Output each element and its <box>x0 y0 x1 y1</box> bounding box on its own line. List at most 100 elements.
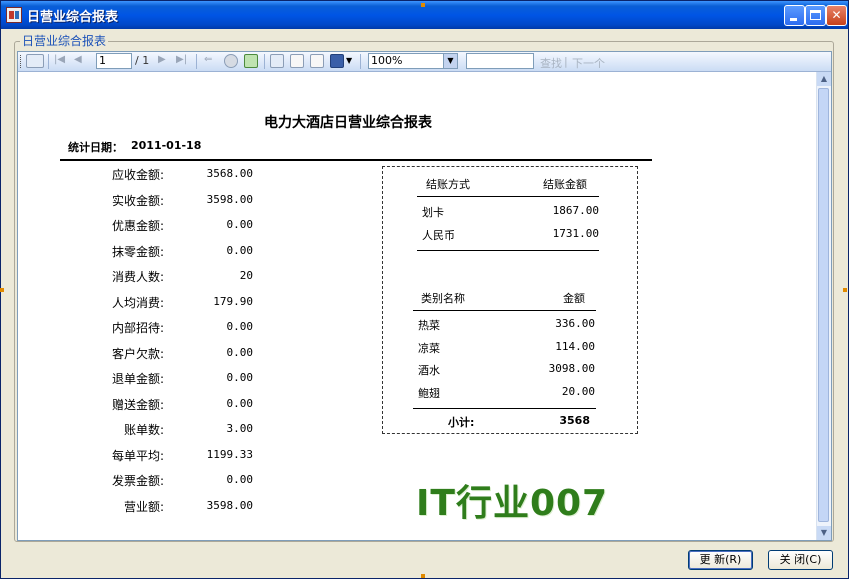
category-name-cell: 酒水 <box>418 364 440 377</box>
category-name-cell: 热菜 <box>418 319 440 332</box>
metric-label: 实收金额: <box>111 193 164 208</box>
category-name-cell: 凉菜 <box>418 341 440 355</box>
metric-value: 0.00 <box>226 218 254 231</box>
metric-value: 0.00 <box>226 371 254 384</box>
page-number-input[interactable]: 1 <box>96 53 132 69</box>
stop-icon[interactable] <box>224 54 238 68</box>
payment-amount-cell: 1731.00 <box>552 227 599 240</box>
category-name-cell: 鲍翅 <box>418 386 440 400</box>
metric-value: 0.00 <box>226 243 254 257</box>
print-layout-icon[interactable] <box>290 54 304 68</box>
resize-handle-left[interactable] <box>0 288 4 292</box>
toolbar-separator <box>196 54 197 69</box>
header-divider <box>60 159 652 161</box>
category-header-rule <box>413 310 596 311</box>
metric-label: 抹零金额: <box>111 244 164 259</box>
category-amount-cell: 114.00 <box>555 339 595 353</box>
date-value: 2011-01-18 <box>131 139 202 152</box>
resize-handle-right[interactable] <box>843 288 847 292</box>
metric-value: 3.00 <box>226 422 254 435</box>
category-amount-cell: 20.00 <box>561 384 595 398</box>
scroll-up-icon[interactable]: ▲ <box>817 72 831 86</box>
watermark-text: IT行业007 <box>416 483 609 524</box>
category-amount-cell: 336.00 <box>555 317 595 330</box>
page-total-label: / 1 <box>135 54 150 67</box>
report-page: 电力大酒店日营业综合报表 统计日期： 2011-01-18 应收金额: 3568.… <box>18 72 818 540</box>
group-box-label: 日营业综合报表 <box>20 32 109 49</box>
zoom-dropdown-icon[interactable]: ▼ <box>443 54 457 68</box>
category-amount-cell: 3098.00 <box>548 362 595 375</box>
report-title: 电力大酒店日营业综合报表 <box>264 115 432 131</box>
find-link[interactable]: 查找 <box>540 55 562 71</box>
category-name-header: 类别名称 <box>421 292 465 305</box>
zoom-select[interactable]: 100% ▼ <box>368 53 458 69</box>
maximize-button[interactable] <box>805 5 826 26</box>
metric-value: 3568.00 <box>206 167 253 180</box>
window-title: 日营业综合报表 <box>27 10 119 25</box>
report-viewer: |◀ ◀ 1 / 1 ▶ ▶| ⇐ ▼ 100% ▼ 查找 | 下一个 电力大酒… <box>17 51 832 541</box>
vertical-scrollbar[interactable]: ▲ ▼ <box>816 72 831 540</box>
viewer-toolbar: |◀ ◀ 1 / 1 ▶ ▶| ⇐ ▼ 100% ▼ 查找 | 下一个 <box>18 52 831 72</box>
back-icon[interactable]: ⇐ <box>204 54 212 65</box>
payment-header-rule <box>417 196 599 197</box>
toolbar-separator <box>264 54 265 69</box>
zoom-value: 100% <box>371 54 403 67</box>
last-page-icon[interactable]: ▶| <box>176 54 187 65</box>
metric-label: 营业额: <box>123 499 164 514</box>
print-icon[interactable] <box>270 54 284 68</box>
date-label: 统计日期： <box>68 141 123 154</box>
payment-method-cell: 划卡 <box>422 206 444 219</box>
metric-label: 消费人数: <box>111 270 164 284</box>
metric-label: 赠送金额: <box>111 397 164 412</box>
refresh-icon[interactable] <box>244 54 258 68</box>
subtotal-value: 3568 <box>559 414 590 427</box>
resize-handle-top[interactable] <box>421 3 425 7</box>
payment-amount-header: 结账金额 <box>543 178 587 191</box>
metric-value: 1199.33 <box>206 447 253 461</box>
document-map-icon[interactable] <box>26 54 44 68</box>
toolbar-divider-text: | <box>564 55 568 68</box>
toolbar-grip <box>20 55 23 68</box>
metric-value: 179.90 <box>213 294 253 308</box>
close-button[interactable]: 关 闭(C) <box>768 550 833 570</box>
metric-value: 0.00 <box>226 345 254 359</box>
metric-label: 每单平均: <box>111 448 164 463</box>
payment-footer-rule <box>417 250 599 251</box>
metric-value: 3598.00 <box>206 498 253 512</box>
metric-label: 客户欠款: <box>111 346 164 361</box>
first-page-icon[interactable]: |◀ <box>54 54 65 65</box>
toolbar-separator <box>360 54 361 69</box>
export-dropdown-icon[interactable]: ▼ <box>346 56 352 65</box>
export-save-icon[interactable] <box>330 54 344 68</box>
payment-amount-cell: 1867.00 <box>552 204 599 217</box>
metric-value: 0.00 <box>226 320 254 333</box>
scroll-thumb[interactable] <box>818 88 829 522</box>
next-page-icon[interactable]: ▶ <box>158 54 166 65</box>
metric-value: 0.00 <box>226 473 254 486</box>
metric-label: 发票金额: <box>111 474 164 488</box>
app-icon <box>6 7 22 23</box>
subtotal-label: 小计: <box>448 416 475 429</box>
metric-label: 账单数: <box>123 423 164 437</box>
find-next-link[interactable]: 下一个 <box>572 55 605 71</box>
metric-value: 3598.00 <box>206 192 253 206</box>
close-window-button[interactable]: ✕ <box>826 5 847 26</box>
resize-handle-bottom[interactable] <box>421 574 425 578</box>
category-amount-header: 金额 <box>563 292 585 305</box>
scroll-down-icon[interactable]: ▼ <box>817 526 831 540</box>
toolbar-separator <box>48 54 49 69</box>
metric-label: 应收金额: <box>111 168 164 182</box>
metric-value: 20 <box>239 269 253 282</box>
category-footer-rule <box>413 408 596 409</box>
previous-page-icon[interactable]: ◀ <box>74 54 82 65</box>
find-text-input[interactable] <box>466 53 534 69</box>
metric-label: 优惠金额: <box>111 219 164 233</box>
metric-label: 退单金额: <box>111 372 164 386</box>
metric-label: 人均消费: <box>111 295 164 310</box>
refresh-button[interactable]: 更 新(R) <box>688 550 753 570</box>
minimize-button[interactable] <box>784 5 805 26</box>
metric-label: 内部招待: <box>111 321 164 335</box>
metric-value: 0.00 <box>226 396 254 410</box>
payment-method-header: 结账方式 <box>426 178 470 191</box>
page-setup-icon[interactable] <box>310 54 324 68</box>
